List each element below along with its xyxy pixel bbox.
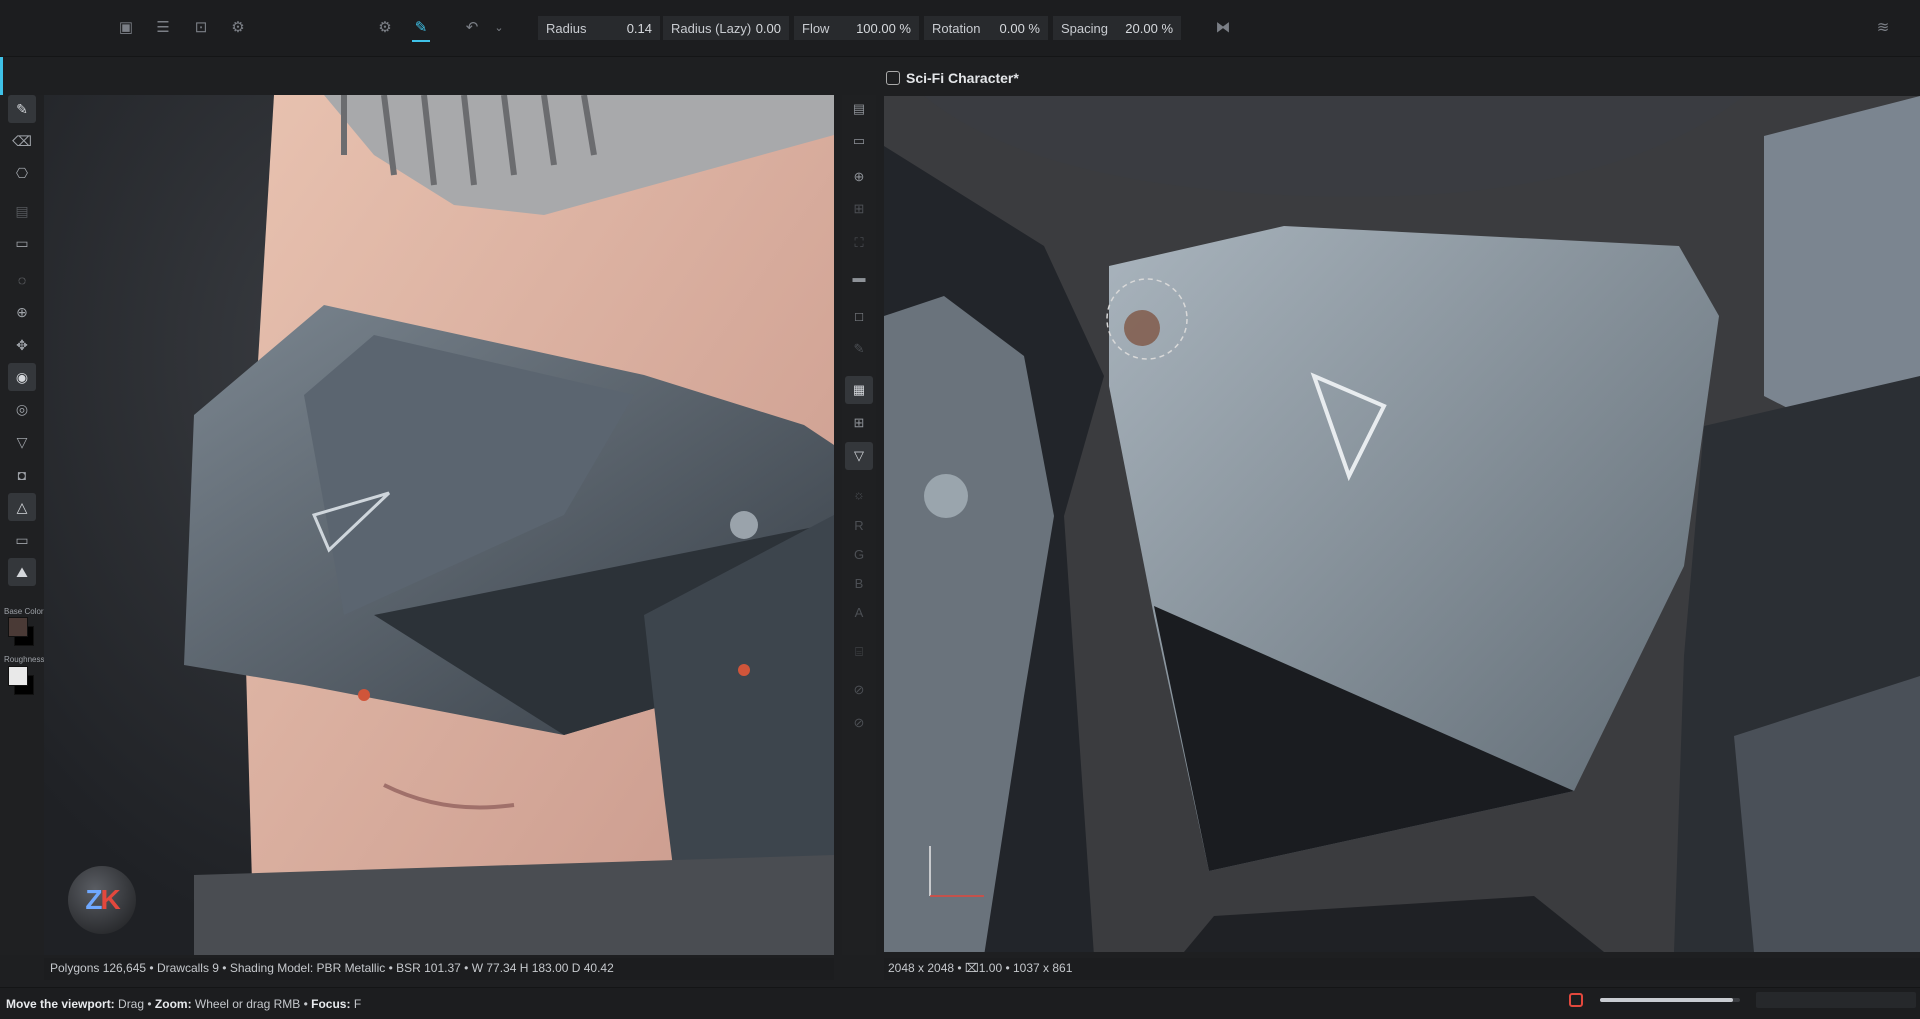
hint-move-value: Drag • <box>114 996 155 1011</box>
viewport-3d-status: Polygons 126,645 • Drawcalls 9 • Shading… <box>44 958 834 980</box>
viewport-2d[interactable] <box>884 96 1920 952</box>
radius-lazy-field[interactable]: Radius (Lazy) 0.00 <box>663 16 789 40</box>
progress-bar <box>1600 998 1740 1002</box>
top-toolbar: ▣ ☰ ⊡ ⚙ ⚙ ✎ ↶ ⌄ Radius 0.14 Radius (Lazy… <box>0 0 1920 57</box>
spacing-label: Spacing <box>1061 20 1108 36</box>
character-render <box>184 95 834 955</box>
logo-z: Z <box>85 884 102 915</box>
rotation-label: Rotation <box>932 20 981 36</box>
save-texture-icon[interactable]: ▤ <box>845 95 873 123</box>
chevron-down-icon[interactable]: ⌄ <box>488 16 510 38</box>
channel-b[interactable]: B <box>845 569 873 597</box>
hint-zoom-value: Wheel or drag RMB • <box>191 996 312 1011</box>
viewport-3d[interactable]: ZK <box>44 95 834 955</box>
rotation-field[interactable]: Rotation 0.00 % <box>924 16 1048 40</box>
hint-bar: Move the viewport: Drag • Zoom: Wheel or… <box>0 987 1920 1019</box>
viewport-2d-status: 2048 x 2048 • ⌧1.00 • 1037 x 861 <box>884 958 1920 980</box>
symmetry-icon[interactable]: ⧓ <box>1212 16 1234 38</box>
picker-icon[interactable]: ⊘ <box>845 676 873 704</box>
app-logo: ZK <box>68 866 136 934</box>
texture-toolbar: ▤ ▭ ⊕ ⊞ ⛶ ▬ □ ✎ ▦ ⊞ ▽ ☼ R G B A ⌸ ⊘ ⊘ <box>842 95 876 955</box>
flow-value: 100.00 % <box>856 20 911 36</box>
radius-field[interactable]: Radius 0.14 <box>538 16 660 40</box>
paint-brush-tool[interactable]: ✎ <box>8 95 36 123</box>
hint-move-label: Move the viewport: <box>6 996 115 1011</box>
light-icon[interactable]: ☼ <box>845 480 873 508</box>
camera-tool[interactable]: ◘ <box>8 461 36 489</box>
environment-tool[interactable]: ⛰ <box>8 558 36 586</box>
fit-icon[interactable]: ⊞ <box>845 195 873 223</box>
visibility-tool[interactable]: ◉ <box>8 363 36 391</box>
radius-lazy-value: 0.00 <box>755 20 781 36</box>
settings-gear-icon[interactable]: ⚙ <box>227 16 249 38</box>
document-icon <box>886 71 900 85</box>
clipboard-tool[interactable]: ▭ <box>8 229 36 257</box>
hint-focus-label: Focus: <box>311 996 351 1011</box>
target-tool[interactable]: ⊕ <box>8 298 36 326</box>
rotation-value: 0.00 % <box>999 20 1040 36</box>
hint-zoom-label: Zoom: <box>154 996 192 1011</box>
library-icon[interactable]: ▣ <box>115 16 137 38</box>
checker-icon[interactable]: ▦ <box>845 376 873 404</box>
flow-label: Flow <box>802 20 830 36</box>
radius-label: Radius <box>546 20 587 36</box>
hint-focus-value: F <box>350 996 362 1011</box>
base-color-label: Base Color <box>4 607 44 616</box>
logo-k: K <box>100 884 120 915</box>
left-toolbar: ✎ ⌫ ⎔ ▤ ▭ ◌ ⊕ ✥ ◉ ◎ ▽ ◘ △ ▭ ⛰ Base Color… <box>0 95 44 955</box>
filter-tool[interactable]: ▽ <box>8 428 36 456</box>
secondary-progress-bar <box>1756 992 1916 1008</box>
hide-tool[interactable]: ◌ <box>8 266 36 294</box>
pen-icon[interactable]: ✎ <box>845 335 873 363</box>
save-tool[interactable]: ▤ <box>8 197 36 225</box>
base-color-swatch[interactable] <box>8 617 28 637</box>
brush-settings-icon[interactable]: ⚙ <box>374 16 396 38</box>
picker-alt-icon[interactable]: ⊘ <box>845 709 873 737</box>
layers-panel-icon[interactable]: ☰ <box>152 16 174 38</box>
frame-icon[interactable]: ⛶ <box>845 229 873 257</box>
document-titlebar: Sci-Fi Character* <box>880 60 1920 96</box>
progress-fill <box>1600 998 1733 1002</box>
radius-lazy-label: Radius (Lazy) <box>671 20 752 36</box>
undo-icon[interactable]: ↶ <box>461 16 483 38</box>
paint-tool-icon[interactable]: ✎ <box>410 16 432 42</box>
selection-rect-icon[interactable]: □ <box>845 302 873 330</box>
panel-accent <box>0 57 3 97</box>
ruler-icon[interactable]: ▬ <box>845 263 873 291</box>
roughness-label: Roughness <box>4 655 45 664</box>
document-title: Sci-Fi Character* <box>906 70 1019 86</box>
filter-icon[interactable]: ▽ <box>845 442 873 470</box>
radius-value: 0.14 <box>626 20 652 36</box>
move-tool[interactable]: ✥ <box>8 331 36 359</box>
histogram-icon[interactable]: ⌸ <box>845 638 873 666</box>
spacing-value: 20.00 % <box>1125 20 1173 36</box>
channel-a[interactable]: A <box>845 598 873 626</box>
channel-g[interactable]: G <box>845 540 873 568</box>
projection-tool[interactable]: ⎔ <box>8 159 36 187</box>
isolate-tool[interactable]: ◎ <box>8 395 36 423</box>
shading-tool[interactable]: △ <box>8 493 36 521</box>
roughness-swatch[interactable] <box>8 666 28 686</box>
uv-texture <box>884 96 1920 952</box>
crosshair-icon[interactable]: ⊕ <box>845 163 873 191</box>
flow-field[interactable]: Flow 100.00 % <box>794 16 919 40</box>
channel-r[interactable]: R <box>845 511 873 539</box>
record-icon[interactable] <box>1569 993 1583 1007</box>
grid-icon[interactable]: ⊞ <box>845 409 873 437</box>
stack-icon[interactable]: ≋ <box>1872 16 1894 38</box>
display-tool[interactable]: ▭ <box>8 526 36 554</box>
eraser-tool[interactable]: ⌫ <box>8 127 36 155</box>
spacing-field[interactable]: Spacing 20.00 % <box>1053 16 1181 40</box>
clipboard-icon[interactable]: ▭ <box>845 127 873 155</box>
package-icon[interactable]: ⊡ <box>190 16 212 38</box>
